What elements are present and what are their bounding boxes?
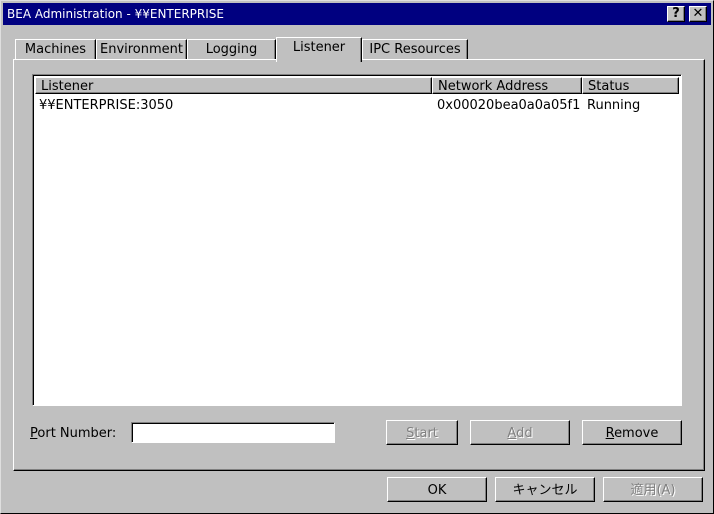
add-button[interactable]: Add bbox=[470, 420, 570, 445]
column-header-listener[interactable]: Listener bbox=[35, 77, 432, 94]
close-icon[interactable]: ✕ bbox=[689, 6, 707, 22]
dialog-window: BEA Administration - ¥¥ENTERPRISE ? ✕ Ma… bbox=[0, 0, 714, 514]
status-cell: Running bbox=[587, 98, 641, 113]
start-button[interactable]: Start bbox=[386, 420, 458, 445]
tab-logging[interactable]: Logging bbox=[187, 39, 276, 60]
port-number-input[interactable] bbox=[131, 422, 335, 443]
list-row[interactable]: ¥¥ENTERPRISE:3050 0x00020bea0a0a05f1 Run… bbox=[35, 97, 679, 115]
tab-machines[interactable]: Machines bbox=[15, 39, 96, 60]
cancel-button[interactable]: キャンセル bbox=[495, 477, 595, 502]
tab-environment[interactable]: Environment bbox=[96, 39, 187, 60]
tab-ipc-resources[interactable]: IPC Resources bbox=[362, 39, 468, 60]
ok-button[interactable]: OK bbox=[387, 477, 487, 502]
column-header-network-address[interactable]: Network Address bbox=[432, 77, 582, 94]
apply-button[interactable]: 適用(A) bbox=[603, 477, 703, 502]
remove-button[interactable]: Remove bbox=[582, 420, 682, 445]
title-bar[interactable]: BEA Administration - ¥¥ENTERPRISE ? ✕ bbox=[3, 3, 711, 25]
network-address-cell: 0x00020bea0a0a05f1 bbox=[437, 98, 581, 113]
window-title: BEA Administration - ¥¥ENTERPRISE bbox=[7, 7, 224, 21]
listener-tab-panel: Listener Network Address Status ¥¥ENTERP… bbox=[13, 59, 705, 471]
listener-list[interactable]: Listener Network Address Status ¥¥ENTERP… bbox=[32, 74, 682, 406]
column-header-status[interactable]: Status bbox=[582, 77, 679, 94]
tab-listener[interactable]: Listener bbox=[276, 37, 362, 62]
listener-name-cell: ¥¥ENTERPRISE:3050 bbox=[39, 98, 174, 113]
help-icon[interactable]: ? bbox=[667, 6, 685, 22]
port-number-label: Port Number: bbox=[30, 426, 117, 441]
